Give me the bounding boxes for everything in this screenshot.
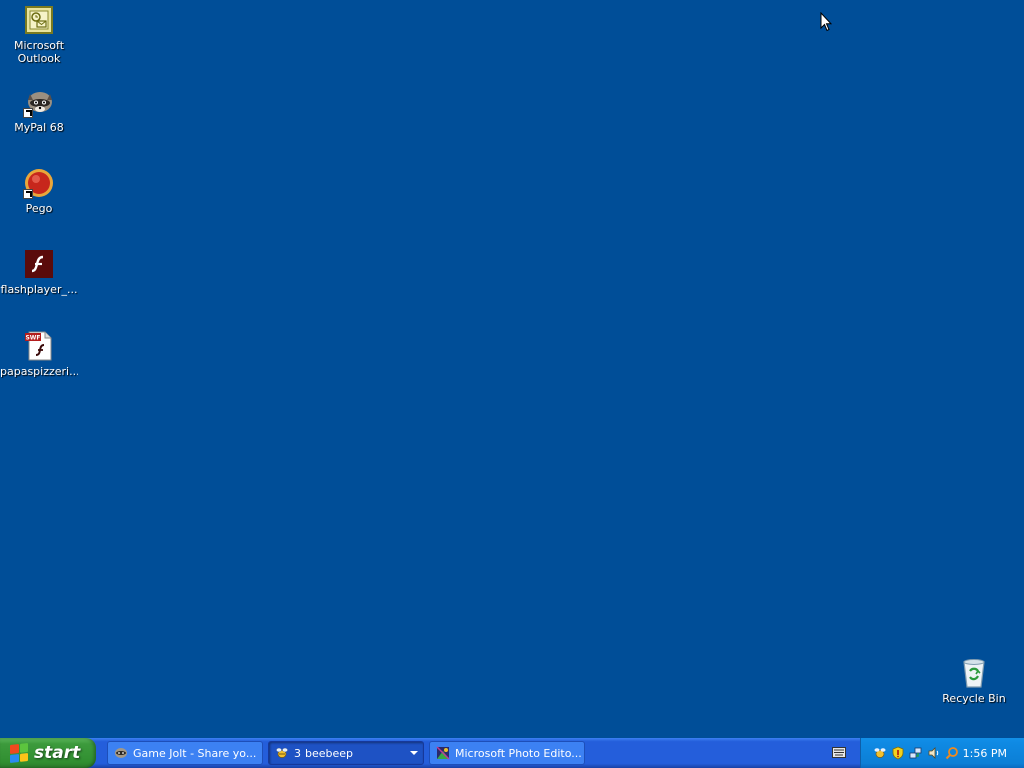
recycle-bin-icon	[958, 657, 990, 689]
system-tray: 1:56 PM	[860, 738, 1024, 768]
desktop-icon-recycle-bin[interactable]: Recycle Bin	[934, 657, 1014, 705]
pego-icon	[23, 167, 55, 199]
taskbar-clock[interactable]: 1:56 PM	[963, 747, 1007, 760]
mypal-raccoon-icon	[114, 746, 128, 760]
desktop-icon-outlook[interactable]: Microsoft Outlook	[0, 4, 79, 65]
chevron-down-icon	[410, 751, 418, 755]
desktop-icon-label: flashplayer_...	[0, 283, 78, 296]
desktop-icon-flashplayer[interactable]: flashplayer_...	[0, 248, 79, 296]
taskbar-button-photo-editor[interactable]: Microsoft Photo Edito...	[429, 741, 585, 765]
taskbar-button-game-jolt[interactable]: Game Jolt - Share yo...	[107, 741, 263, 765]
network-icon[interactable]	[908, 745, 924, 761]
taskbar-button-label: Microsoft Photo Edito...	[455, 746, 582, 760]
desktop-icon-label: Microsoft Outlook	[13, 39, 65, 65]
photo-editor-icon	[436, 746, 450, 760]
desktop-icon-mypal[interactable]: MyPal 68	[0, 86, 79, 134]
beebeep-icon	[275, 746, 289, 760]
volume-icon[interactable]	[926, 745, 942, 761]
taskbar: start Game Jolt - Share yo... 3 beebeep	[0, 738, 1024, 768]
keyboard-icon[interactable]	[832, 747, 846, 758]
desktop-icon-label: MyPal 68	[14, 121, 64, 134]
search-tray-icon[interactable]	[944, 745, 960, 761]
taskbar-group-beebeep[interactable]: 3 beebeep	[268, 741, 424, 765]
desktop-icon-pego[interactable]: Pego	[0, 167, 79, 215]
desktop-icon-label: Pego	[25, 202, 53, 215]
security-shield-icon[interactable]	[890, 745, 906, 761]
swf-file-icon: SWF	[23, 330, 55, 362]
windows-logo-icon	[10, 743, 28, 763]
mypal-raccoon-icon	[23, 86, 55, 118]
outlook-icon	[23, 4, 55, 36]
mouse-cursor-icon	[820, 12, 832, 32]
desktop-icon-label: papaspizzeri...	[0, 365, 78, 378]
start-button[interactable]: start	[0, 738, 96, 768]
taskbar-group-count: 3	[294, 746, 301, 760]
desktop[interactable]: Microsoft Outlook MyPal 68 Pego flashpla…	[0, 0, 1024, 738]
flash-player-icon	[23, 248, 55, 280]
beebeep-tray-icon[interactable]	[872, 745, 888, 761]
taskbar-button-label: beebeep	[305, 746, 354, 760]
shortcut-arrow-icon	[23, 189, 33, 199]
shortcut-arrow-icon	[23, 108, 33, 118]
desktop-icon-papaspizzeria[interactable]: SWF papaspizzeri...	[0, 330, 79, 378]
taskbar-button-label: Game Jolt - Share yo...	[133, 746, 257, 760]
desktop-icon-label: Recycle Bin	[942, 692, 1006, 705]
start-label: start	[34, 743, 81, 763]
svg-text:SWF: SWF	[25, 335, 40, 342]
